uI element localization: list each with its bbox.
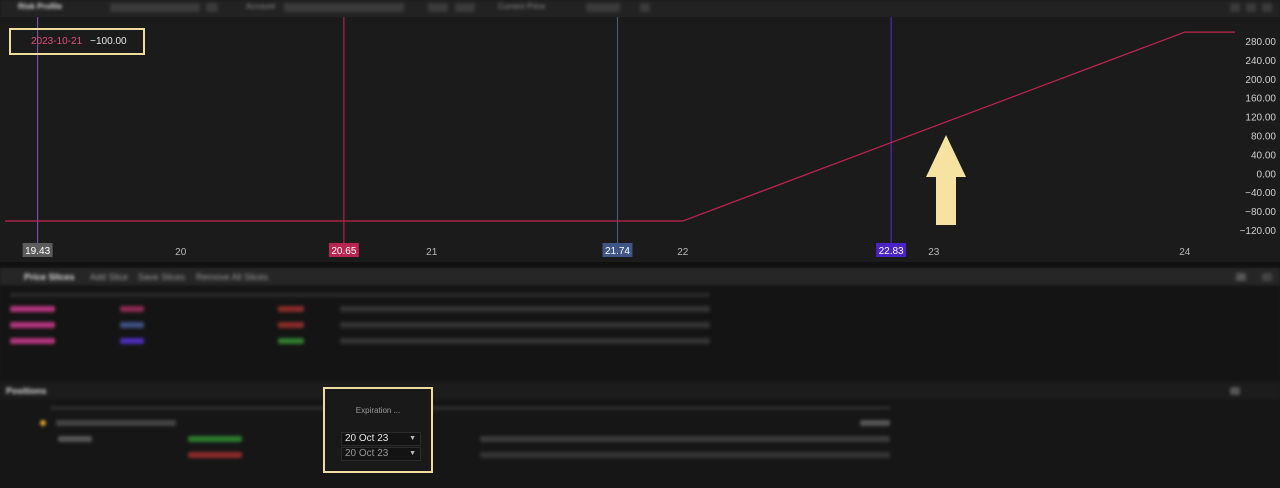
group-total	[860, 420, 890, 426]
slice-date	[10, 322, 55, 328]
slice-date	[10, 306, 55, 312]
add-slice-button[interactable]: Add Slice	[90, 272, 128, 282]
x-tick-label: 20	[175, 247, 187, 258]
slice-greeks	[340, 322, 710, 328]
price-badge-label: 20.65	[331, 246, 356, 257]
x-tick-label: 24	[1179, 247, 1191, 258]
save-slices-button[interactable]: Save Slices	[138, 272, 185, 282]
price-badge-label: 21.74	[605, 246, 630, 257]
position-values	[480, 436, 890, 442]
y-tick-label: 280.00	[1245, 37, 1276, 48]
account-label: Account	[246, 2, 275, 11]
expiration-value: 20 Oct 23	[345, 433, 389, 444]
account-select[interactable]	[284, 3, 404, 12]
remove-all-slices-button[interactable]: Remove All Slices	[196, 272, 268, 282]
window-close-icon[interactable]	[1262, 3, 1272, 12]
slice-date	[10, 338, 55, 344]
x-tick-label: 22	[677, 247, 689, 258]
slice-value	[278, 338, 304, 344]
slice-price	[120, 338, 144, 344]
positions-columns	[50, 406, 890, 410]
zoom-control[interactable]	[586, 3, 620, 12]
y-tick-label: 200.00	[1245, 75, 1276, 86]
slice-value	[278, 306, 304, 312]
expiration-select[interactable]: 20 Oct 23 ▼	[341, 432, 421, 446]
expiration-column: Expiration ... 20 Oct 23 ▼ 20 Oct 23 ▼	[323, 387, 433, 473]
y-tick-label: −40.00	[1245, 188, 1276, 199]
position-values	[480, 452, 890, 458]
risk-profile-chart[interactable]: 20 21 22 23 24 280.00 240.00 200.00 160.00 120.0…	[0, 17, 1280, 262]
y-tick-label: −80.00	[1245, 207, 1276, 218]
chevron-down-icon: ▼	[409, 435, 416, 442]
x-tick-label: 23	[928, 247, 940, 258]
slice-greeks	[340, 306, 710, 312]
expiration-select[interactable]: 20 Oct 23 ▼	[341, 447, 421, 461]
position-leg-sell[interactable]	[188, 452, 242, 458]
toolbar-button[interactable]	[455, 3, 475, 12]
y-tick-label: 120.00	[1245, 113, 1276, 124]
price-badge-label: 19.43	[25, 246, 50, 257]
positions-title: Positions	[6, 386, 47, 396]
positions-table	[0, 400, 1280, 488]
panel-settings-icon[interactable]	[1236, 273, 1246, 281]
y-tick-label: 0.00	[1257, 169, 1277, 180]
y-tick-label: 80.00	[1251, 132, 1276, 143]
slice-greeks	[340, 338, 710, 344]
toolbar-button[interactable]	[428, 3, 448, 12]
chevron-down-icon: ▼	[409, 450, 416, 457]
y-tick-label: 160.00	[1245, 94, 1276, 105]
price-slices-table	[0, 286, 1280, 382]
table-header-row	[10, 293, 710, 297]
position-leg-buy[interactable]	[188, 436, 242, 442]
hover-value: −100.00	[90, 36, 127, 47]
hover-readout: 2023-10-21 −100.00	[9, 28, 145, 55]
top-toolbar: Risk Profile Account Current Price	[0, 0, 1280, 17]
dropdown-icon[interactable]	[206, 3, 218, 12]
x-tick-label: 21	[426, 247, 438, 258]
positions-settings-icon[interactable]	[1230, 387, 1240, 395]
slice-price	[120, 306, 144, 312]
price-slices-header: Price Slices Add Slice Save Slices Remov…	[0, 268, 1280, 286]
y-tick-label: 240.00	[1245, 56, 1276, 67]
position-strategy[interactable]	[58, 436, 92, 442]
tab-price-slices[interactable]: Price Slices	[24, 272, 75, 282]
slice-price	[120, 322, 144, 328]
panel-menu-icon[interactable]	[1262, 273, 1272, 281]
expiration-header: Expiration ...	[355, 406, 401, 415]
slice-value	[278, 322, 304, 328]
price-badge-label: 22.83	[879, 246, 904, 257]
expiration-value: 20 Oct 23	[345, 448, 389, 459]
link-icon[interactable]	[640, 3, 650, 12]
symbol-field[interactable]	[110, 3, 200, 12]
display-label: Current Price	[498, 2, 546, 11]
y-tick-label: 40.00	[1251, 150, 1276, 161]
window-title: Risk Profile	[18, 2, 63, 11]
y-tick-label: −120.00	[1240, 226, 1277, 237]
group-label	[56, 420, 176, 426]
hover-date: 2023-10-21	[31, 36, 83, 47]
group-status-icon	[40, 420, 46, 426]
window-minimize-icon[interactable]	[1230, 3, 1240, 12]
window-maximize-icon[interactable]	[1246, 3, 1256, 12]
positions-header: Positions	[0, 382, 1280, 400]
